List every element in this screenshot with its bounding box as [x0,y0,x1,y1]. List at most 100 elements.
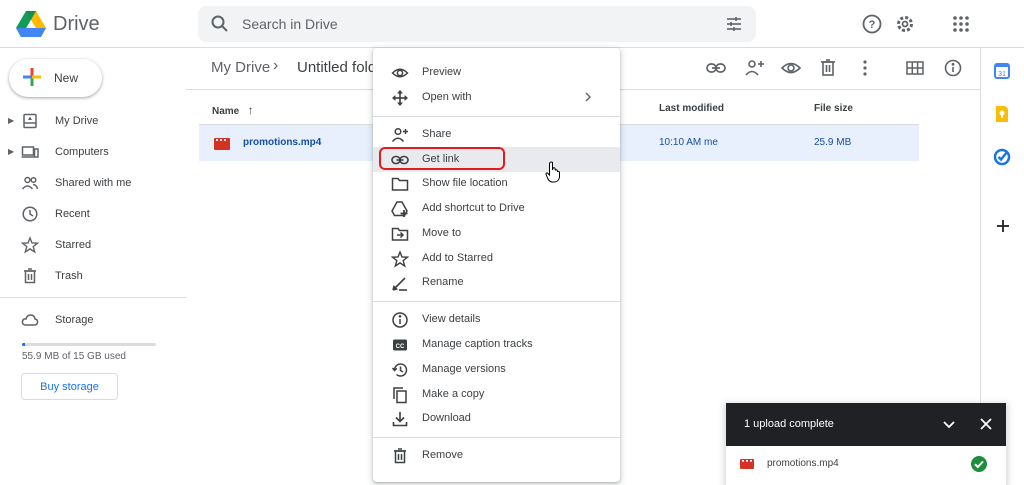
breadcrumb-separator: › [273,57,279,74]
menu-item-label: Remove [422,449,463,461]
preview-toolbar-icon[interactable] [780,58,802,78]
menu-item-share[interactable]: Share [373,122,620,147]
calendar-icon[interactable]: 31 [992,61,1012,81]
close-icon[interactable] [978,416,994,432]
grid-view-icon[interactable] [904,58,926,78]
column-header-name-label: Name [212,106,240,117]
new-button[interactable]: New [9,59,102,97]
share-person-icon [391,126,409,144]
video-file-icon [214,138,230,150]
menu-item-manage-caption-tracks[interactable]: CC Manage caption tracks [373,332,620,357]
sidebar-item-shared-with-me[interactable]: Shared with me [0,168,186,198]
menu-divider [373,116,620,117]
menu-item-add-to-starred[interactable]: Add to Starred [373,246,620,271]
new-button-label: New [54,71,79,85]
buy-storage-button[interactable]: Buy storage [21,373,118,400]
search-icon[interactable] [210,14,230,34]
column-header-last-modified[interactable]: Last modified [659,103,724,114]
drive-logo-icon[interactable] [16,10,46,38]
search-bar[interactable]: Search in Drive [198,6,756,42]
view-details-icon[interactable] [942,58,964,78]
upload-status-header: 1 upload complete [726,403,1006,446]
sort-arrow-icon[interactable]: ↑ [248,103,254,117]
star-icon [21,236,39,254]
menu-item-show-file-location[interactable]: Show file location [373,171,620,196]
menu-item-label: Share [422,128,452,140]
column-header-name[interactable]: Name ↑ [212,103,254,117]
menu-item-label: Download [422,412,471,424]
menu-item-view-details[interactable]: View details [373,307,620,332]
eye-icon [391,64,409,82]
menu-item-make-a-copy[interactable]: Make a copy [373,382,620,407]
menu-divider [373,437,620,438]
help-icon[interactable]: ? [860,12,884,36]
menu-item-label: View details [422,313,481,325]
plus-icon [21,66,43,88]
sidebar-item-my-drive[interactable]: ▶ My Drive [0,106,186,136]
menu-item-manage-versions[interactable]: Manage versions [373,357,620,382]
sidebar-item-label: Recent [55,208,90,220]
clock-icon [21,205,39,223]
menu-item-label: Add to Starred [422,252,493,264]
get-link-annotation-ring [379,147,505,170]
shared-icon [21,174,39,192]
menu-item-move-to[interactable]: Move to [373,221,620,246]
tasks-icon[interactable] [992,147,1012,167]
copy-icon [391,386,409,404]
sidebar-item-recent[interactable]: Recent [0,199,186,229]
breadcrumb-current-folder[interactable]: Untitled fold [297,59,375,76]
menu-item-label: Rename [422,276,464,288]
upload-status-title: 1 upload complete [744,418,834,430]
apps-grid-icon[interactable] [949,12,973,36]
menu-item-preview[interactable]: Preview [373,60,620,85]
sidebar-item-starred[interactable]: Starred [0,230,186,260]
expand-caret-icon[interactable]: ▶ [8,147,14,156]
sidebar-item-label: Shared with me [55,177,132,189]
sidebar-item-label: Storage [55,314,94,326]
menu-item-label: Make a copy [422,388,485,400]
menu-item-label: Add shortcut to Drive [422,202,525,214]
column-header-file-size[interactable]: File size [814,103,853,114]
storage-meter [22,343,156,346]
file-name: promotions.mp4 [243,137,322,148]
get-link-toolbar-icon[interactable] [705,58,727,78]
menu-item-label: Manage caption tracks [422,338,533,350]
info-icon [391,311,409,329]
keep-icon[interactable] [992,104,1012,124]
menu-item-open-with[interactable]: Open with [373,85,620,110]
remove-toolbar-icon[interactable] [818,58,838,78]
move-to-icon [391,225,409,243]
star-icon [391,250,409,268]
folder-icon [391,175,409,193]
cc-icon: CC [391,336,409,354]
share-toolbar-icon[interactable] [744,58,766,78]
more-actions-icon[interactable] [857,58,873,78]
menu-item-download[interactable]: Download [373,406,620,431]
sidebar-item-label: My Drive [55,115,99,127]
sidebar-item-computers[interactable]: ▶ Computers [0,137,186,167]
menu-item-label: Show file location [422,177,508,189]
upload-complete-check-icon [970,455,988,473]
file-last-modified: 10:10 AM me [659,137,718,148]
search-input[interactable]: Search in Drive [242,16,338,32]
settings-gear-icon[interactable] [893,12,917,36]
storage-meter-fill [22,343,25,346]
menu-item-rename[interactable]: Rename [373,270,620,295]
menu-item-add-shortcut[interactable]: Add shortcut to Drive [373,196,620,221]
collapse-chevron-icon[interactable] [941,416,957,432]
open-with-icon [391,89,409,107]
submenu-chevron-icon [583,90,593,104]
sidebar-item-trash[interactable]: Trash [0,261,186,291]
sidebar-item-storage[interactable]: Storage [0,305,186,335]
menu-item-remove[interactable]: Remove [373,443,620,468]
breadcrumb-my-drive[interactable]: My Drive [211,59,270,76]
file-size: 25.9 MB [814,137,852,148]
app-name: Drive [53,13,100,35]
expand-caret-icon[interactable]: ▶ [8,116,14,125]
uploaded-file-name[interactable]: promotions.mp4 [767,458,839,469]
search-options-icon[interactable] [724,14,744,34]
sidebar-item-label: Starred [55,239,92,251]
menu-item-label: Manage versions [422,363,506,375]
top-bar: Drive Search in Drive ? [0,0,1024,48]
get-add-ons-plus-icon[interactable] [994,217,1012,235]
